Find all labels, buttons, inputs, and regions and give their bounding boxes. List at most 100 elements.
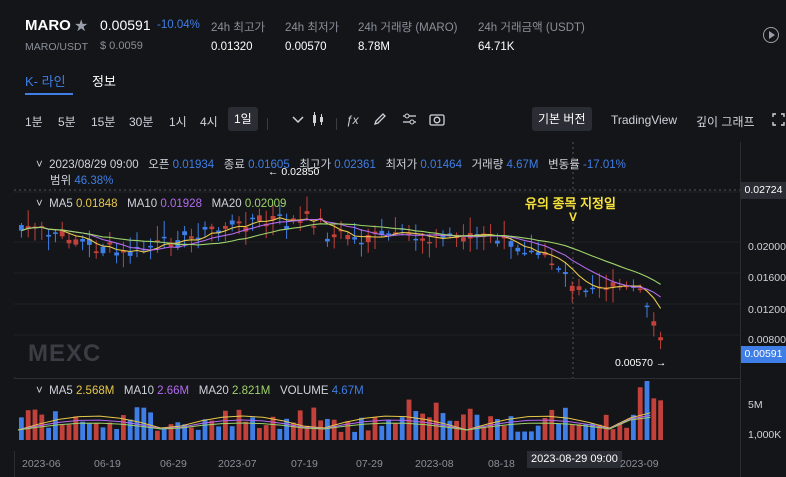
camera-icon[interactable]	[429, 112, 445, 126]
interval-1d[interactable]: 1일	[228, 107, 258, 131]
low-marker-value: 0.00570	[615, 357, 653, 369]
volume-bar	[73, 416, 79, 440]
candle-body	[427, 241, 432, 244]
collapse-icon[interactable]: ˅	[36, 385, 43, 397]
annotation-arrow: V	[569, 210, 578, 224]
interval-5m[interactable]: 5분	[58, 113, 76, 130]
interval-1m[interactable]: 1분	[25, 113, 43, 130]
candle-body	[359, 242, 364, 245]
interval-4h[interactable]: 4시	[200, 113, 218, 130]
candle-body	[148, 245, 153, 248]
volume-bar	[257, 428, 262, 440]
volume-bar	[25, 410, 31, 440]
vol-y-tick: 5M	[748, 399, 763, 411]
vol-ma5-label: MA5	[49, 385, 73, 397]
candle-body	[651, 321, 657, 326]
ohlc-change: -17.01%	[583, 159, 626, 171]
x-tick: 2023-08	[415, 458, 454, 470]
tab-info[interactable]: 정보	[92, 71, 116, 90]
candle-body	[277, 214, 283, 216]
candle-body	[549, 263, 555, 266]
volume-bar	[637, 387, 643, 440]
candle-body	[100, 246, 106, 254]
candle-body	[563, 272, 568, 275]
ma5-label: MA5	[49, 198, 73, 210]
candle-body	[73, 239, 79, 245]
collapse-icon[interactable]: ˅	[36, 198, 43, 210]
play-icon[interactable]	[763, 27, 779, 43]
volume-bar	[644, 380, 650, 440]
candle-body	[229, 220, 235, 225]
x-tick: 08-18	[488, 458, 515, 470]
ohlc-open-label: 오픈	[148, 159, 170, 171]
pencil-icon[interactable]	[373, 112, 387, 126]
volume-bar	[393, 423, 398, 440]
candle-body	[637, 288, 643, 291]
symbol-name: MARO	[25, 17, 71, 34]
volume-bar	[529, 431, 534, 440]
ohlc-high: 0.02361	[334, 159, 376, 171]
version-basic-button[interactable]: 기본 버전	[532, 107, 592, 131]
volume-bar	[229, 426, 235, 440]
candle-body	[535, 252, 541, 255]
interval-1h[interactable]: 1시	[169, 113, 187, 130]
collapse-icon[interactable]: ˅	[36, 159, 43, 171]
candle-body	[529, 250, 534, 253]
interval-15m[interactable]: 15분	[91, 113, 115, 130]
current-price-tag: 0.00591	[741, 346, 786, 363]
candle-body	[590, 287, 595, 290]
x-tick: 2023-06	[22, 458, 61, 470]
candle-body	[80, 238, 85, 242]
favorite-star-icon[interactable]: ★	[74, 16, 88, 36]
candle-body	[610, 282, 616, 287]
candle-body	[556, 268, 561, 270]
x-tick: 07-19	[291, 458, 318, 470]
candle-type-icon[interactable]	[310, 111, 326, 127]
volume-bar	[270, 416, 276, 440]
volume-bar	[318, 420, 323, 440]
interval-30m[interactable]: 30분	[129, 113, 153, 130]
stat-label-low: 24h 최저가	[285, 22, 340, 34]
candle-body	[209, 226, 215, 230]
ma10-value: 0.01928	[160, 198, 202, 210]
volume-bar	[658, 400, 663, 440]
candle-body	[311, 226, 317, 228]
volume-bar	[413, 411, 419, 440]
ohlc-volume-label: 거래량	[471, 159, 504, 171]
candle-body	[413, 238, 419, 241]
settings-sliders-icon[interactable]	[402, 112, 417, 126]
candle-body	[508, 241, 514, 247]
ohlc-open: 0.01934	[172, 159, 215, 171]
stat-label-volume: 24h 거래량 (MARO)	[358, 22, 458, 34]
volume-bar	[93, 423, 99, 440]
vol-volume-label: VOLUME	[279, 385, 329, 397]
fullscreen-icon[interactable]	[772, 113, 785, 126]
tab-kline[interactable]: K- 라인	[25, 71, 66, 90]
volume-bar	[87, 423, 92, 440]
candle-body	[583, 290, 589, 293]
volume-bar	[501, 425, 507, 440]
last-price: 0.00591	[100, 17, 151, 33]
volume-bar	[161, 428, 167, 440]
volume-bar	[515, 431, 521, 440]
candle-body	[46, 234, 51, 237]
candle-body	[576, 286, 582, 290]
volume-bar	[263, 425, 269, 440]
price-change-pct: -10.04%	[157, 19, 200, 31]
depth-chart-button[interactable]: 깊이 그래프	[696, 113, 755, 130]
volume-bar	[556, 423, 561, 440]
vol-ma5-value: 2.568M	[75, 385, 115, 397]
volume-bar	[576, 424, 582, 440]
volume-bar	[155, 430, 160, 440]
candle-body	[304, 211, 310, 214]
tradingview-button[interactable]: TradingView	[611, 113, 677, 127]
chevron-down-icon[interactable]	[292, 114, 304, 124]
indicator-fx-icon[interactable]: ƒx	[346, 113, 359, 127]
toolbar-divider	[267, 118, 268, 130]
volume-bar	[467, 408, 473, 440]
stat-value-low: 0.00570	[285, 41, 327, 53]
ma-legend: ˅ MA5 0.01848 MA10 0.01928 MA20 0.02009	[36, 198, 286, 210]
volume-bar	[610, 429, 616, 440]
candle-body	[297, 221, 303, 223]
tab-active-indicator	[25, 93, 73, 95]
